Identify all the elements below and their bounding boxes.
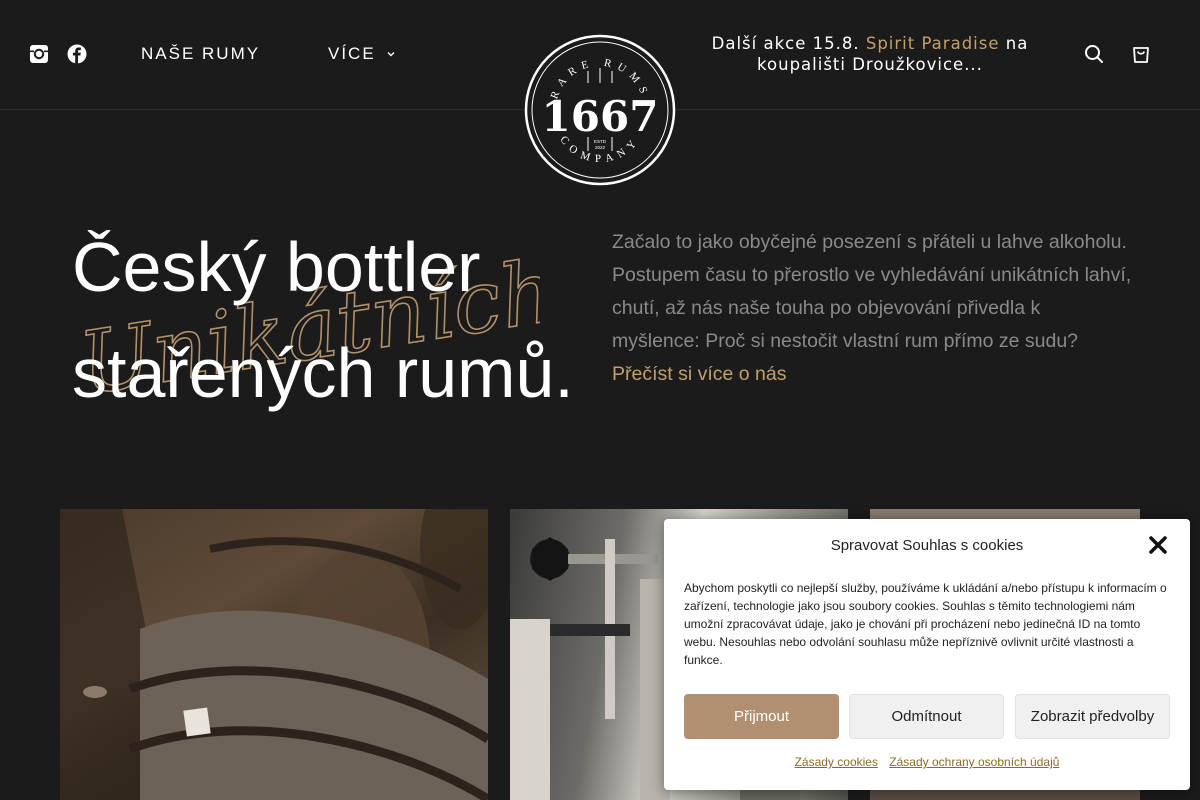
- hero-title-line1: Český bottler: [72, 228, 481, 306]
- announcement-before: Další akce 15.8.: [711, 34, 866, 53]
- cookie-policy-link[interactable]: Zásady cookies: [795, 755, 878, 769]
- nav-vice[interactable]: VÍCE: [328, 44, 396, 64]
- hero-title-line2: stařených rumů.: [72, 334, 574, 412]
- read-more-link[interactable]: Přečíst si více o nás: [612, 363, 786, 385]
- announcement-event-link[interactable]: Spirit Paradise: [866, 34, 1000, 53]
- instagram-icon: [30, 45, 48, 63]
- chevron-down-icon: [387, 52, 395, 57]
- close-icon: [1149, 536, 1167, 554]
- search-button[interactable]: [1084, 44, 1104, 69]
- instagram-link[interactable]: [29, 44, 49, 64]
- deny-cookies-button[interactable]: Odmítnout: [849, 694, 1004, 739]
- cookie-close-button[interactable]: [1148, 535, 1168, 555]
- announcement-text: Další akce 15.8. Spirit Paradise na koup…: [700, 33, 1040, 75]
- shopping-bag-icon: [1133, 47, 1149, 63]
- hero-paragraph-text: Začalo to jako obyčejné posezení s přáte…: [612, 231, 1132, 352]
- site-logo[interactable]: RARE RUMS COMPANY 1667 ESTD 2022: [524, 34, 676, 186]
- hero-title: Český bottler stařených rumů.: [72, 214, 612, 426]
- facebook-icon: [67, 44, 87, 64]
- facebook-link[interactable]: [67, 44, 87, 64]
- logo-badge-icon: RARE RUMS COMPANY 1667 ESTD 2022: [524, 34, 676, 186]
- cookie-description: Abychom poskytli co nejlepší služby, pou…: [684, 581, 1167, 667]
- cookie-title: Spravovat Souhlas s cookies: [830, 537, 1024, 554]
- cookie-preferences-button[interactable]: Zobrazit předvolby: [1015, 694, 1170, 739]
- logo-year: 2022: [595, 145, 606, 150]
- search-icon: [1085, 45, 1103, 63]
- photo-barrels: [60, 509, 488, 800]
- logo-estd: ESTD: [594, 139, 607, 144]
- barrels-image: [60, 509, 488, 800]
- accept-cookies-button[interactable]: Přijmout: [684, 694, 839, 739]
- cart-button[interactable]: [1131, 44, 1151, 69]
- cookie-links: Zásady cookies Zásady ochrany osobních ú…: [664, 755, 1190, 769]
- logo-number: 1667: [542, 92, 659, 141]
- hero-paragraph: Začalo to jako obyčejné posezení s přáte…: [612, 226, 1132, 391]
- cookie-consent-dialog: Spravovat Souhlas s cookies Abychom posk…: [664, 519, 1190, 790]
- nav-nase-rumy[interactable]: NAŠE RUMY: [141, 44, 260, 64]
- privacy-policy-link[interactable]: Zásady ochrany osobních údajů: [889, 755, 1059, 769]
- nav-vice-label: VÍCE: [328, 44, 376, 63]
